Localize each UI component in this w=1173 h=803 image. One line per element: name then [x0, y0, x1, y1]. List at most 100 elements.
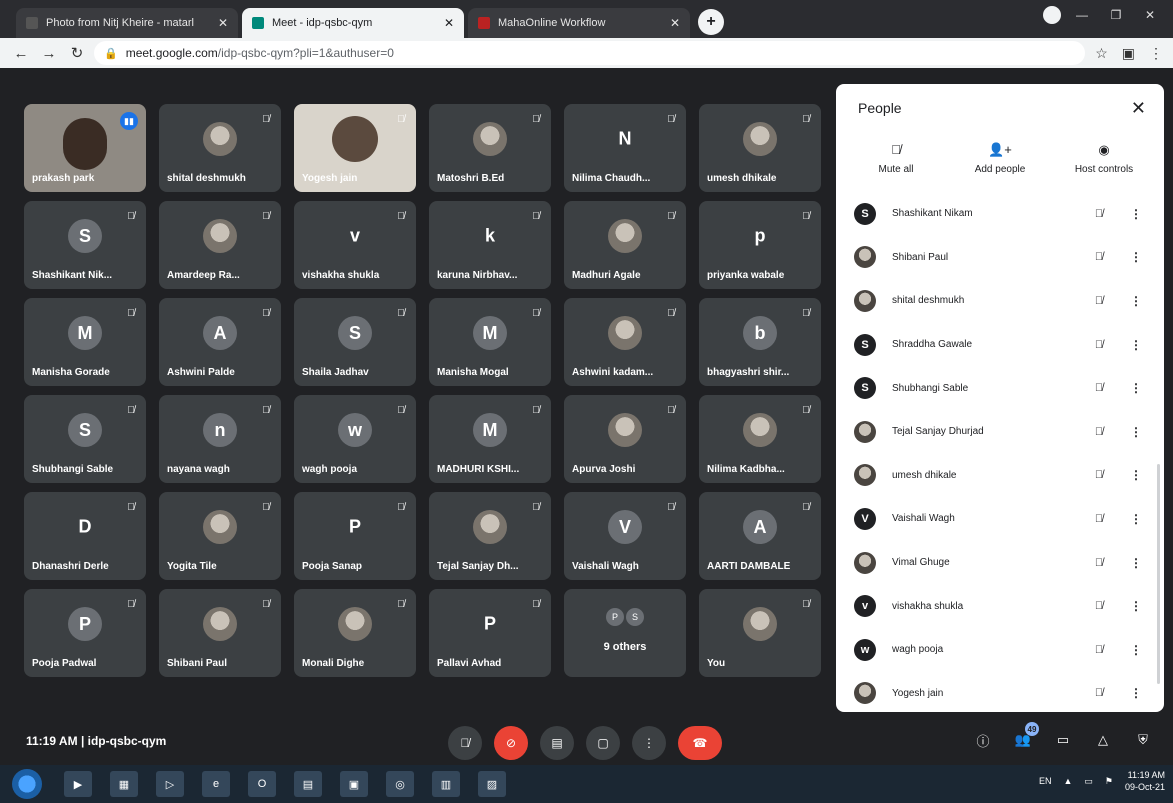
more-vert-icon[interactable]: ⋮	[1128, 381, 1144, 395]
participant-tile[interactable]: 🎙̸ Tejal Sanjay Dh...	[429, 492, 551, 580]
more-vert-icon[interactable]: ⋮	[1128, 425, 1144, 439]
participant-tile[interactable]: S 🎙̸ Shubhangi Sable	[24, 395, 146, 483]
participant-tile[interactable]: 🎙̸ umesh dhikale	[699, 104, 821, 192]
start-button[interactable]	[12, 769, 42, 799]
mic-off-icon[interactable]: 🎙̸	[1084, 208, 1114, 220]
participant-tile[interactable]: 🎙̸ You	[699, 589, 821, 677]
participant-tile[interactable]: A 🎙̸ Ashwini Palde	[159, 298, 281, 386]
chat-icon[interactable]: ▭	[1051, 728, 1075, 752]
participant-tile[interactable]: 🎙̸ Nilima Kadbha...	[699, 395, 821, 483]
participant-tile[interactable]: PS 9 others	[564, 589, 686, 677]
participant-tile[interactable]: k 🎙̸ karuna Nirbhav...	[429, 201, 551, 289]
close-panel-icon[interactable]: ✕	[1131, 98, 1146, 119]
participant-tile[interactable]: M 🎙̸ MADHURI KSHI...	[429, 395, 551, 483]
more-vert-icon[interactable]: ⋮	[1128, 643, 1144, 657]
mic-off-icon[interactable]: 🎙̸	[1084, 600, 1114, 612]
profile-icon[interactable]	[1043, 6, 1061, 24]
participant-tile[interactable]: A 🎙̸ AARTI DAMBALE	[699, 492, 821, 580]
participant-tile[interactable]: 🎙̸ Shibani Paul	[159, 589, 281, 677]
mic-off-icon[interactable]: 🎙̸	[1084, 251, 1114, 263]
document-app-icon[interactable]: ▥	[432, 771, 460, 797]
mic-off-icon[interactable]: 🎙̸	[1084, 295, 1114, 307]
participant-tile[interactable]: p 🎙̸ priyanka wabale	[699, 201, 821, 289]
panel-scrollbar[interactable]	[1157, 464, 1160, 684]
close-window-icon[interactable]: ✕	[1137, 6, 1163, 24]
participant-tile[interactable]: ▮▮ prakash park	[24, 104, 146, 192]
more-vert-icon[interactable]: ⋮	[1128, 599, 1144, 613]
more-vert-icon[interactable]: ⋮	[1128, 512, 1144, 526]
back-arrow-icon[interactable]: ←	[10, 45, 32, 62]
mic-off-icon[interactable]: 🎙̸	[1084, 687, 1114, 699]
participant-row[interactable]: V Vaishali Wagh 🎙̸ ⋮	[836, 497, 1164, 541]
participant-tile[interactable]: D 🎙̸ Dhanashri Derle	[24, 492, 146, 580]
participant-tile[interactable]: 🎙̸ Monali Dighe	[294, 589, 416, 677]
participant-row[interactable]: Shibani Paul 🎙̸ ⋮	[836, 236, 1164, 280]
mic-off-icon[interactable]: 🎙̸	[1084, 644, 1114, 656]
more-options-button[interactable]: ⋮	[632, 726, 666, 760]
activities-icon[interactable]: △	[1091, 728, 1115, 752]
more-vert-icon[interactable]: ⋮	[1128, 468, 1144, 482]
more-vert-icon[interactable]: ⋮	[1128, 294, 1144, 308]
forward-arrow-icon[interactable]: →	[38, 45, 60, 62]
participant-row[interactable]: Tejal Sanjay Dhurjad 🎙̸ ⋮	[836, 410, 1164, 454]
participant-tile[interactable]: S 🎙̸ Shaila Jadhav	[294, 298, 416, 386]
mic-off-icon[interactable]: 🎙̸	[1084, 426, 1114, 438]
participant-tile[interactable]: M 🎙̸ Manisha Gorade	[24, 298, 146, 386]
chrome-icon[interactable]: ◎	[386, 771, 414, 797]
extension-icon[interactable]: ▣	[1122, 45, 1135, 62]
mic-off-button[interactable]: 🎙̸	[448, 726, 482, 760]
participant-row[interactable]: S Shashikant Nikam 🎙̸ ⋮	[836, 192, 1164, 236]
participant-tile[interactable]: 🎙̸ Amardeep Ra...	[159, 201, 281, 289]
close-tab-icon[interactable]: ✕	[670, 16, 680, 30]
participant-row[interactable]: Vimal Ghuge 🎙̸ ⋮	[836, 541, 1164, 585]
close-tab-icon[interactable]: ✕	[218, 16, 228, 30]
url-field[interactable]: 🔒 meet.google.com /idp-qsbc-qym?pli=1&au…	[94, 41, 1086, 65]
media-player-icon[interactable]: ▶	[64, 771, 92, 797]
present-button[interactable]: ▢	[586, 726, 620, 760]
participant-tile[interactable]: 🎙̸ shital deshmukh	[159, 104, 281, 192]
participant-tile[interactable]: 🎙̸ Matoshri B.Ed	[429, 104, 551, 192]
participant-tile[interactable]: n 🎙̸ nayana wagh	[159, 395, 281, 483]
participant-tile[interactable]: S 🎙̸ Shashikant Nik...	[24, 201, 146, 289]
camera-off-button[interactable]: ⊘	[494, 726, 528, 760]
opera-icon[interactable]: O	[248, 771, 276, 797]
participant-tile[interactable]: b 🎙̸ bhagyashri shir...	[699, 298, 821, 386]
photos-app-icon[interactable]: ▣	[340, 771, 368, 797]
participant-tile[interactable]: 🎙̸ Ashwini kadam...	[564, 298, 686, 386]
participant-tile[interactable]: V 🎙̸ Vaishali Wagh	[564, 492, 686, 580]
tab-mahaonline[interactable]: MahaOnline Workflow ✕	[468, 8, 690, 38]
mic-off-icon[interactable]: 🎙̸	[1084, 469, 1114, 481]
presentation-app-icon[interactable]: ▨	[478, 771, 506, 797]
participant-row[interactable]: v vishakha shukla 🎙̸ ⋮	[836, 584, 1164, 628]
bookmark-star-icon[interactable]: ☆	[1095, 45, 1108, 62]
language-indicator[interactable]: EN	[1039, 776, 1052, 786]
participant-tile[interactable]: P 🎙̸ Pooja Padwal	[24, 589, 146, 677]
file-explorer-icon[interactable]: ▦	[110, 771, 138, 797]
participant-tile[interactable]: 🎙̸ Apurva Joshi	[564, 395, 686, 483]
participant-row[interactable]: Yogesh jain 🎙̸ ⋮	[836, 672, 1164, 712]
participant-tile[interactable]: 🎙̸ Yogesh jain	[294, 104, 416, 192]
minimize-icon[interactable]: —	[1069, 6, 1095, 24]
mic-off-icon[interactable]: 🎙̸	[1084, 382, 1114, 394]
participant-tile[interactable]: v 🎙̸ vishakha shukla	[294, 201, 416, 289]
participant-row[interactable]: shital deshmukh 🎙̸ ⋮	[836, 279, 1164, 323]
participant-row[interactable]: S Shraddha Gawale 🎙̸ ⋮	[836, 323, 1164, 367]
maximize-icon[interactable]: ❐	[1103, 6, 1129, 24]
more-vert-icon[interactable]: ⋮	[1128, 250, 1144, 264]
host-shield-icon[interactable]: ⛨	[1131, 728, 1155, 752]
participant-tile[interactable]: 🎙̸ Yogita Tile	[159, 492, 281, 580]
tray-arrow-icon[interactable]: ▲	[1063, 776, 1072, 786]
more-vert-icon[interactable]: ⋮	[1128, 338, 1144, 352]
internet-explorer-icon[interactable]: e	[202, 771, 230, 797]
new-tab-button[interactable]: +	[698, 9, 724, 35]
more-vert-icon[interactable]: ⋮	[1128, 686, 1144, 700]
participant-tile[interactable]: M 🎙̸ Manisha Mogal	[429, 298, 551, 386]
flag-icon[interactable]: ⚑	[1105, 776, 1113, 787]
participant-tile[interactable]: 🎙̸ Madhuri Agale	[564, 201, 686, 289]
more-vert-icon[interactable]: ⋮	[1128, 207, 1144, 221]
participant-tile[interactable]: P 🎙̸ Pooja Sanap	[294, 492, 416, 580]
participant-row[interactable]: w wagh pooja 🎙̸ ⋮	[836, 628, 1164, 672]
leave-call-button[interactable]: ☎	[678, 726, 722, 760]
close-tab-icon[interactable]: ✕	[444, 16, 454, 30]
people-icon[interactable]: 👥 49	[1011, 722, 1039, 752]
